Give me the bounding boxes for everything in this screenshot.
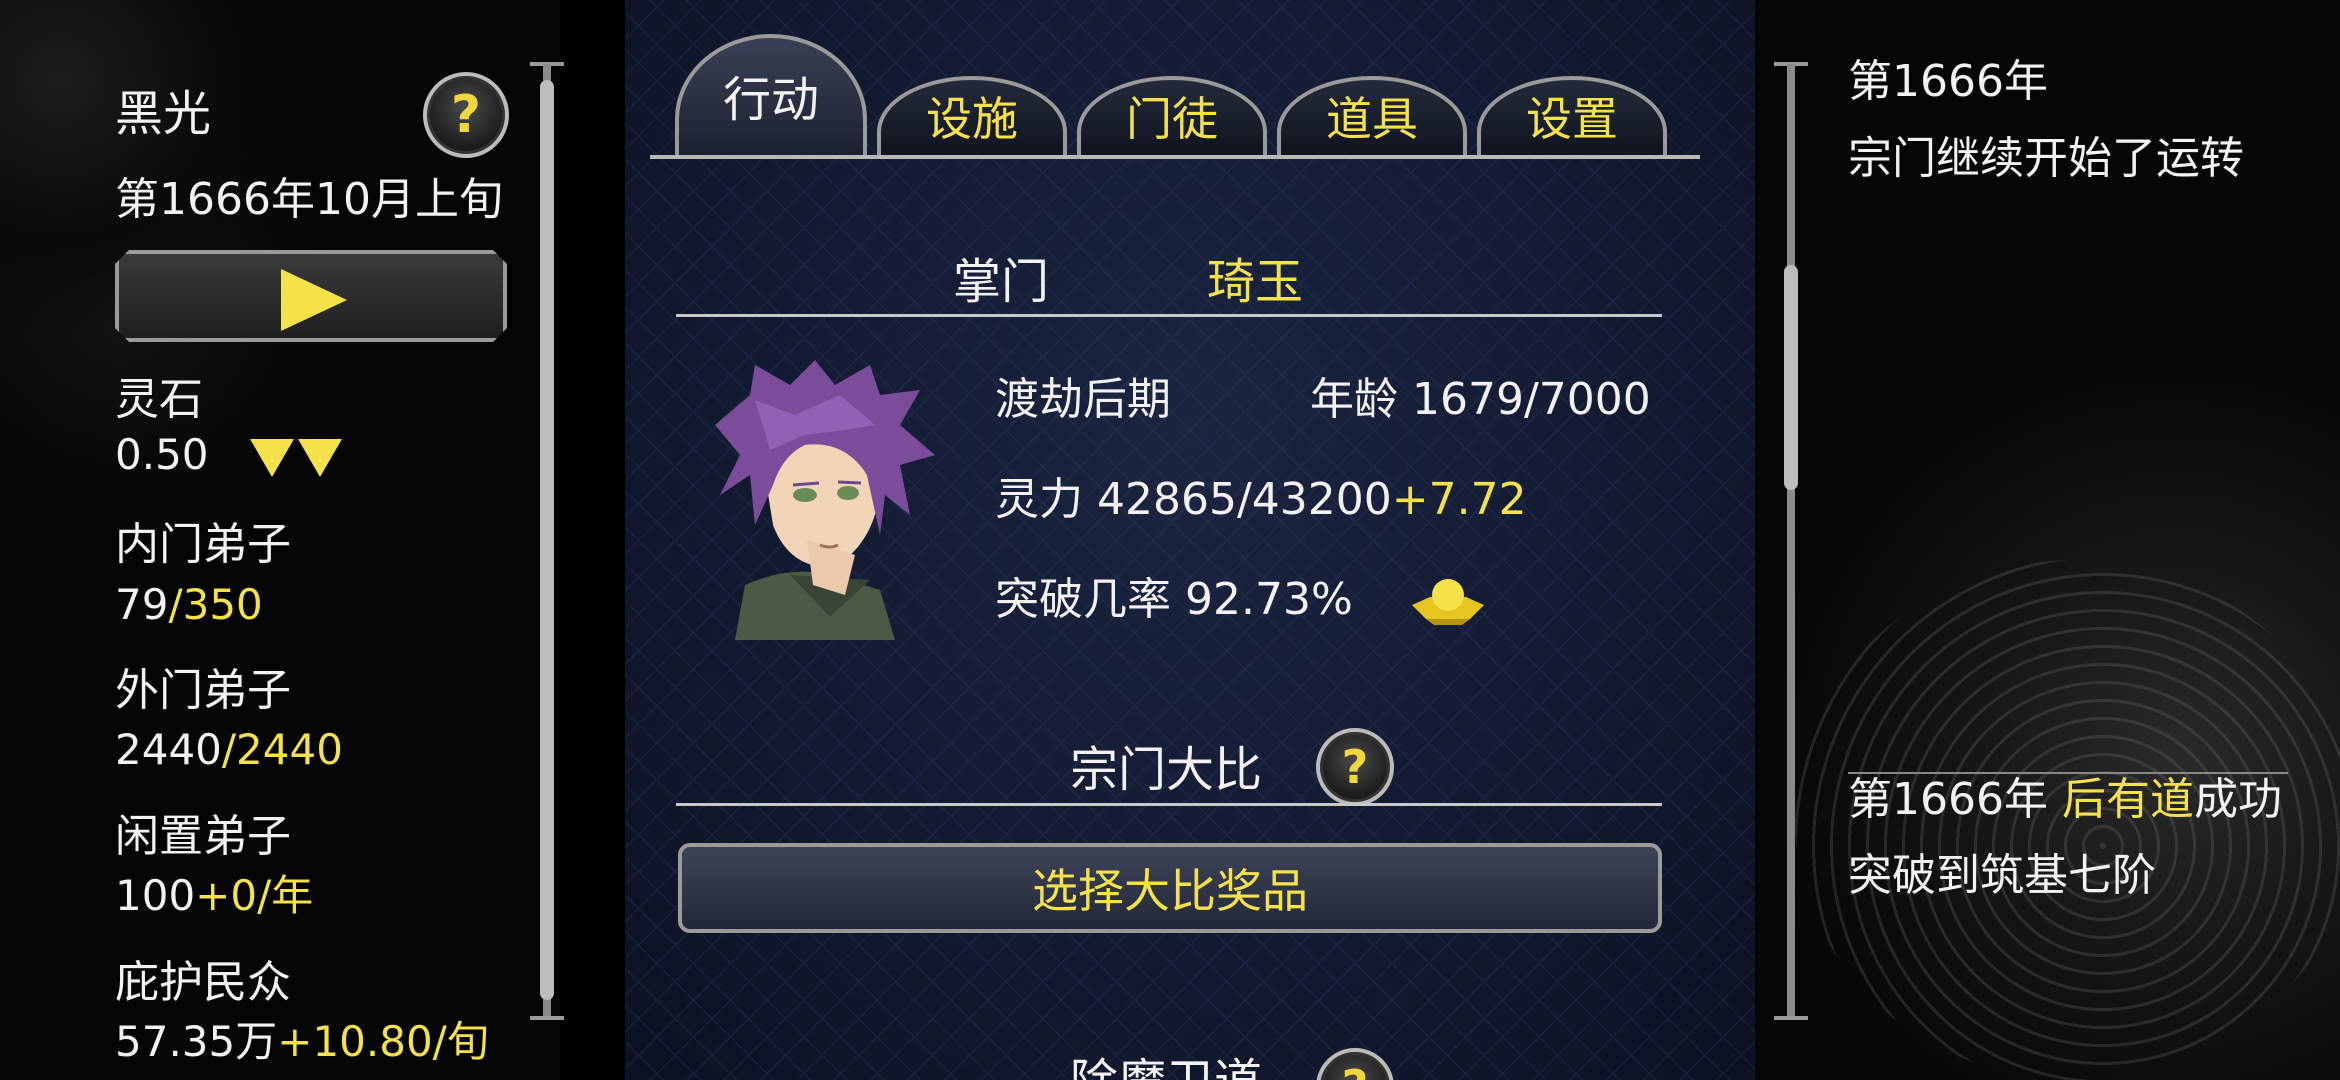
game-date: 第1666年10月上旬 bbox=[115, 174, 503, 225]
down-arrow-icon bbox=[249, 430, 346, 479]
stat-value: 100+0/年 bbox=[115, 871, 314, 920]
stat-label: 外门弟子 bbox=[115, 665, 291, 716]
leader-realm: 渡劫后期 bbox=[995, 374, 1171, 425]
left-scrollbar-thumb[interactable] bbox=[540, 80, 554, 1000]
scrollbar-cap bbox=[1774, 1016, 1808, 1020]
help-icon[interactable]: ? bbox=[1316, 728, 1394, 806]
scrollbar-cap bbox=[530, 1016, 564, 1020]
leader-spirit-power: 灵力 42865/43200+7.72 bbox=[995, 474, 1527, 525]
section-title: 除魔卫道 bbox=[1070, 1058, 1262, 1080]
competition-title: 宗门大比 bbox=[1070, 742, 1263, 798]
stat-value: 79/350 bbox=[115, 580, 263, 629]
log-entry: 第1666年 后有道成功突破到筑基七阶 bbox=[1848, 774, 2282, 901]
tab-disciples[interactable]: 门徒 bbox=[1077, 76, 1267, 156]
tab-divider bbox=[650, 155, 1700, 159]
leader-age: 年龄 1679/7000 bbox=[1310, 374, 1651, 425]
play-icon bbox=[281, 269, 347, 331]
sect-name: 黑光 bbox=[115, 86, 212, 142]
stat-label: 闲置弟子 bbox=[115, 811, 291, 862]
leader-title: 掌门 bbox=[953, 254, 1050, 310]
leader-name[interactable]: 琦玉 bbox=[1207, 258, 1303, 306]
stat-label: 内门弟子 bbox=[115, 519, 291, 570]
help-icon[interactable]: ? bbox=[423, 72, 509, 158]
stat-value: 57.35万+10.80/旬 bbox=[115, 1017, 489, 1066]
stat-label: 庇护民众 bbox=[115, 957, 291, 1008]
log-entry: 宗门继续开始了运转 bbox=[1848, 133, 2244, 184]
sect-status-panel: 黑光 ? 第1666年10月上旬 灵石 0.50 内门弟子 79/350 外门弟… bbox=[115, 0, 545, 1080]
gold-ingot-icon[interactable] bbox=[1410, 575, 1486, 627]
tab-settings[interactable]: 设置 bbox=[1477, 76, 1667, 156]
advance-time-button[interactable] bbox=[115, 250, 507, 342]
stat-value: 2440/2440 bbox=[115, 725, 343, 774]
divider bbox=[676, 803, 1662, 806]
select-competition-reward-button[interactable]: 选择大比奖品 bbox=[678, 843, 1662, 933]
leader-breakthrough-chance: 突破几率 92.73% bbox=[995, 574, 1353, 625]
leader-portrait[interactable] bbox=[695, 355, 965, 640]
center-scrollbar[interactable] bbox=[1787, 64, 1795, 1020]
divider bbox=[676, 314, 1662, 317]
tab-facilities[interactable]: 设施 bbox=[877, 76, 1067, 156]
center-scrollbar-thumb[interactable] bbox=[1784, 265, 1798, 490]
stat-value: 0.50 bbox=[115, 434, 346, 477]
tab-action[interactable]: 行动 bbox=[675, 34, 867, 156]
stat-label: 灵石 bbox=[115, 374, 203, 425]
tab-items[interactable]: 道具 bbox=[1277, 76, 1467, 156]
log-year: 第1666年 bbox=[1848, 56, 2048, 107]
